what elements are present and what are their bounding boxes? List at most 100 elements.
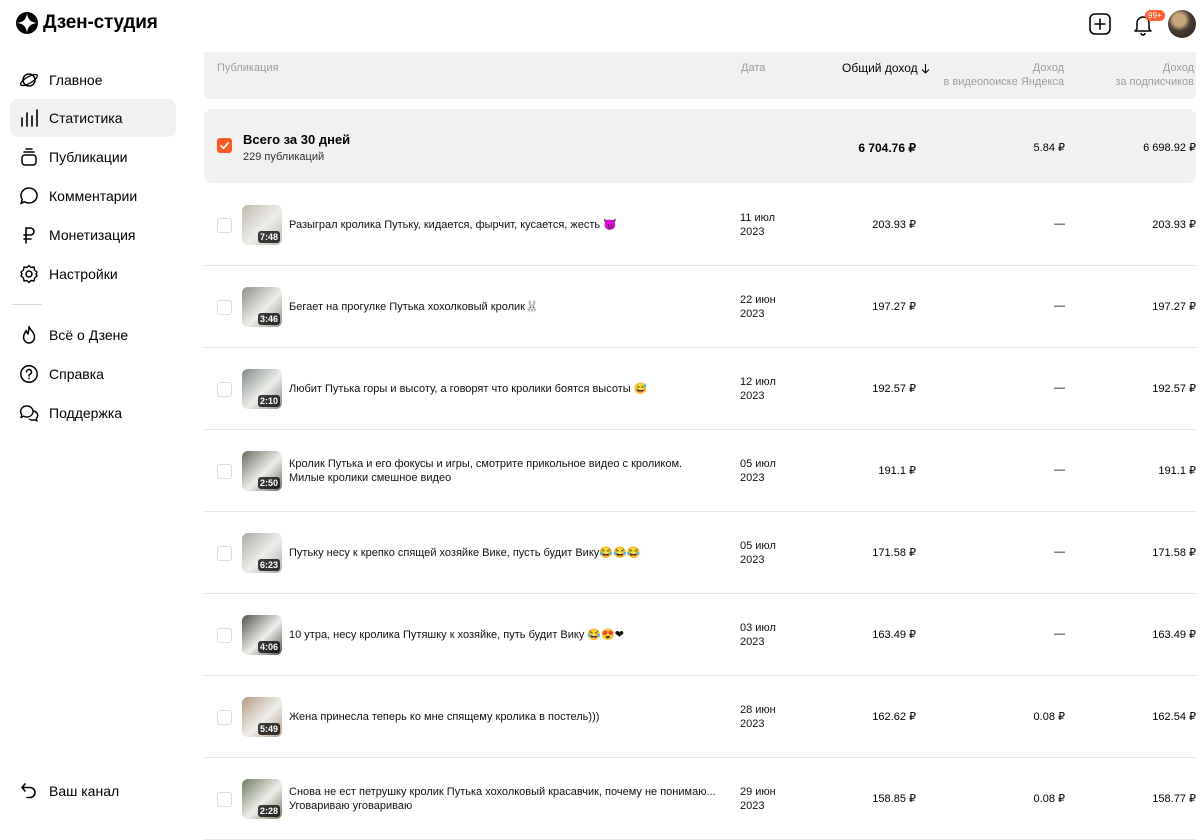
video-thumbnail[interactable]: 5:49 bbox=[242, 697, 282, 737]
column-header-date[interactable]: Дата bbox=[741, 61, 765, 75]
column-header-label: Общий доход bbox=[842, 61, 918, 75]
row-checkbox[interactable] bbox=[217, 546, 232, 561]
date-year: 2023 bbox=[740, 472, 765, 484]
table-row[interactable]: 5:49 Жена принесла теперь ко мне спящему … bbox=[204, 676, 1196, 758]
publication-title[interactable]: Путьку несу к крепко спящей хозяйке Вике… bbox=[289, 546, 719, 560]
flame-icon bbox=[18, 324, 40, 346]
table-row[interactable]: 2:10 Любит Путька горы и высоту, а говоря… bbox=[204, 348, 1196, 430]
sidebar-item-comments[interactable]: Комментарии bbox=[10, 177, 176, 215]
publication-date: 05 июл 2023 bbox=[740, 457, 800, 485]
sidebar-item-label: Статистика bbox=[49, 110, 123, 126]
video-thumbnail[interactable]: 6:23 bbox=[242, 533, 282, 573]
add-publication-icon[interactable] bbox=[1089, 13, 1111, 35]
row-subscribers-income: 197.27 ₽ bbox=[1152, 301, 1196, 313]
summary-publication-count: 229 публикаций bbox=[243, 151, 325, 163]
row-subscribers-income: 191.1 ₽ bbox=[1158, 465, 1196, 477]
table-row[interactable]: 2:28 Снова не ест петрушку кролик Путька … bbox=[204, 758, 1196, 840]
publication-title[interactable]: 10 утра, несу кролика Путяшку к хозяйке,… bbox=[289, 628, 719, 642]
gear-icon bbox=[18, 263, 40, 285]
sidebar-item-main[interactable]: Главное bbox=[10, 61, 176, 99]
row-checkbox[interactable] bbox=[217, 628, 232, 643]
video-thumbnail[interactable]: 3:46 bbox=[242, 287, 282, 327]
sidebar-item-label: Справка bbox=[49, 366, 104, 382]
summary-row: Всего за 30 дней 229 публикаций 6 704.76… bbox=[204, 109, 1196, 183]
sidebar-item-settings[interactable]: Настройки bbox=[10, 255, 176, 293]
row-video-income: — bbox=[1054, 382, 1065, 394]
video-thumbnail[interactable]: 2:10 bbox=[242, 369, 282, 409]
video-duration: 5:49 bbox=[257, 723, 280, 735]
row-checkbox[interactable] bbox=[217, 382, 232, 397]
select-all-checkbox[interactable] bbox=[217, 138, 232, 153]
video-thumbnail[interactable]: 4:06 bbox=[242, 615, 282, 655]
bar-chart-icon bbox=[18, 107, 40, 129]
row-video-income: — bbox=[1054, 464, 1065, 476]
row-video-income: — bbox=[1054, 300, 1065, 312]
column-header-line: за подписчиков bbox=[1115, 76, 1194, 88]
column-header-video-search-income[interactable]: Доход в видеопоиске Яндекса bbox=[944, 61, 1064, 89]
sidebar-item-support[interactable]: Поддержка bbox=[10, 394, 176, 432]
row-subscribers-income: 203.93 ₽ bbox=[1152, 219, 1196, 231]
row-subscribers-income: 158.77 ₽ bbox=[1152, 793, 1196, 805]
sidebar-item-about-zen[interactable]: Всё о Дзене bbox=[10, 316, 176, 354]
table-row[interactable]: 4:06 10 утра, несу кролика Путяшку к хозя… bbox=[204, 594, 1196, 676]
sidebar-item-publications[interactable]: Публикации bbox=[10, 138, 176, 176]
table-row[interactable]: 2:50 Кролик Путька и его фокусы и игры, с… bbox=[204, 430, 1196, 512]
publication-date: 12 июл 2023 bbox=[740, 375, 800, 403]
sidebar-divider bbox=[12, 304, 42, 305]
publication-title[interactable]: Бегает на прогулке Путька хохолковый кро… bbox=[289, 300, 719, 314]
sidebar-item-label: Публикации bbox=[49, 149, 128, 165]
column-header-total-income[interactable]: Общий доход bbox=[842, 61, 930, 75]
column-header-line: Доход bbox=[1032, 62, 1064, 74]
app-logo[interactable]: Дзен-студия bbox=[16, 12, 158, 34]
publication-title[interactable]: Любит Путька горы и высоту, а говорят чт… bbox=[289, 382, 719, 396]
row-video-income: 0.08 ₽ bbox=[1033, 711, 1065, 723]
publication-title[interactable]: Разыграл кролика Путьку, кидается, фырчи… bbox=[289, 218, 719, 232]
column-header-subscribers-income[interactable]: Доход за подписчиков bbox=[1115, 61, 1194, 89]
video-thumbnail[interactable]: 2:28 bbox=[242, 779, 282, 819]
date-day-month: 05 июл bbox=[740, 540, 776, 552]
sidebar-item-label: Настройки bbox=[49, 266, 118, 282]
publication-date: 28 июн 2023 bbox=[740, 703, 800, 731]
row-subscribers-income: 163.49 ₽ bbox=[1152, 629, 1196, 641]
publication-title[interactable]: Снова не ест петрушку кролик Путька хохо… bbox=[289, 785, 719, 813]
row-total-income: 191.1 ₽ bbox=[878, 465, 916, 477]
summary-subscribers-income: 6 698.92 ₽ bbox=[1143, 142, 1196, 154]
sidebar-item-statistics[interactable]: Статистика bbox=[10, 99, 176, 137]
sidebar: Главное Статистика Публикации Комментари… bbox=[0, 60, 190, 823]
summary-total-income: 6 704.76 ₽ bbox=[858, 141, 916, 155]
sidebar-item-monetization[interactable]: Монетизация bbox=[10, 216, 176, 254]
video-thumbnail[interactable]: 2:50 bbox=[242, 451, 282, 491]
table-header: Публикация Дата Общий доход Доход в виде… bbox=[204, 52, 1196, 99]
date-day-month: 05 июл bbox=[740, 458, 776, 470]
date-day-month: 03 июл bbox=[740, 622, 776, 634]
date-year: 2023 bbox=[740, 718, 765, 730]
help-icon bbox=[18, 363, 40, 385]
date-day-month: 22 июн bbox=[740, 294, 776, 306]
sidebar-item-label: Поддержка bbox=[49, 405, 123, 421]
header-actions: 99+ bbox=[1000, 0, 1200, 50]
video-thumbnail[interactable]: 7:48 bbox=[242, 205, 282, 245]
sidebar-item-help[interactable]: Справка bbox=[10, 355, 176, 393]
date-year: 2023 bbox=[740, 800, 765, 812]
table-row[interactable]: 6:23 Путьку несу к крепко спящей хозяйке … bbox=[204, 512, 1196, 594]
video-duration: 7:48 bbox=[257, 231, 280, 243]
row-video-income: — bbox=[1054, 628, 1065, 640]
row-checkbox[interactable] bbox=[217, 792, 232, 807]
publication-title[interactable]: Жена принесла теперь ко мне спящему крол… bbox=[289, 710, 719, 724]
date-year: 2023 bbox=[740, 308, 765, 320]
publication-title[interactable]: Кролик Путька и его фокусы и игры, смотр… bbox=[289, 457, 719, 485]
row-checkbox[interactable] bbox=[217, 218, 232, 233]
avatar[interactable] bbox=[1168, 10, 1196, 38]
sort-arrow-down-icon bbox=[921, 63, 930, 74]
row-total-income: 163.49 ₽ bbox=[872, 629, 916, 641]
summary-video-income: 5.84 ₽ bbox=[1033, 142, 1065, 154]
table-row[interactable]: 7:48 Разыграл кролика Путьку, кидается, ф… bbox=[204, 184, 1196, 266]
row-checkbox[interactable] bbox=[217, 710, 232, 725]
row-checkbox[interactable] bbox=[217, 464, 232, 479]
summary-title: Всего за 30 дней bbox=[243, 132, 351, 147]
row-checkbox[interactable] bbox=[217, 300, 232, 315]
table-row[interactable]: 3:46 Бегает на прогулке Путька хохолковый… bbox=[204, 266, 1196, 348]
row-video-income: 0.08 ₽ bbox=[1033, 793, 1065, 805]
publication-date: 29 июн 2023 bbox=[740, 785, 800, 813]
sidebar-item-your-channel[interactable]: Ваш канал bbox=[10, 772, 176, 810]
